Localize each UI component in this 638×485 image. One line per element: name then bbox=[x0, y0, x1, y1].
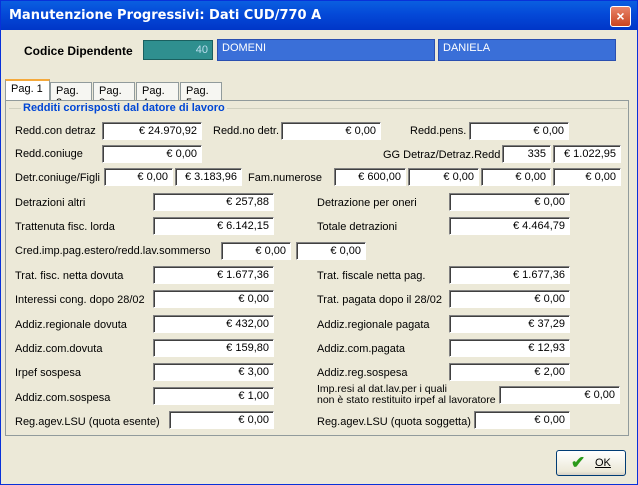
tab-pag-1[interactable]: Pag. 1 bbox=[5, 79, 50, 101]
fam-numerose-field-2[interactable]: € 0,00 bbox=[408, 168, 479, 186]
tab-pag-2[interactable]: Pag. 2 bbox=[50, 82, 92, 109]
fam-numerose-field-1[interactable]: € 600,00 bbox=[334, 168, 406, 186]
tab-pag-5[interactable]: Pag. 5 bbox=[180, 82, 222, 109]
detrazione-oneri-field[interactable]: € 0,00 bbox=[449, 193, 570, 211]
window-title: Manutenzione Progressivi: Dati CUD/770 A bbox=[9, 8, 322, 23]
tab-pag-3[interactable]: Pag. 3 bbox=[93, 82, 135, 109]
detrazioni-altri-label: Detrazioni altri bbox=[15, 197, 86, 209]
employee-surname-field[interactable]: DOMENI bbox=[217, 39, 435, 61]
detrazioni-altri-field[interactable]: € 257,88 bbox=[153, 193, 274, 211]
totale-detrazioni-field[interactable]: € 4.464,79 bbox=[449, 217, 570, 235]
lsu-esente-field[interactable]: € 0,00 bbox=[169, 411, 274, 429]
detr-coniuge-figli-label: Detr.coniuge/Figli bbox=[15, 172, 100, 184]
cred-imp-field-1[interactable]: € 0,00 bbox=[221, 242, 291, 260]
imp-resi-label-2: non è stato restituito irpef al lavorato… bbox=[317, 394, 496, 406]
codice-dipendente-label: Codice Dipendente bbox=[24, 44, 133, 58]
addiz-reg-pagata-label: Addiz.regionale pagata bbox=[317, 319, 430, 331]
redd-con-detraz-label: Redd.con detraz bbox=[15, 125, 96, 137]
totale-detrazioni-label: Totale detrazioni bbox=[317, 221, 398, 233]
trat-netta-dovuta-field[interactable]: € 1.677,36 bbox=[153, 266, 274, 284]
trat-netta-pag-field[interactable]: € 1.677,36 bbox=[449, 266, 570, 284]
checkmark-icon: ✔ bbox=[571, 453, 586, 472]
addiz-com-pagata-field[interactable]: € 12,93 bbox=[449, 339, 570, 357]
redd-no-detr-field[interactable]: € 0,00 bbox=[281, 122, 381, 140]
addiz-reg-pagata-field[interactable]: € 37,29 bbox=[449, 315, 570, 333]
redd-pens-field[interactable]: € 0,00 bbox=[469, 122, 569, 140]
cred-imp-field-2[interactable]: € 0,00 bbox=[296, 242, 366, 260]
detrazione-oneri-label: Detrazione per oneri bbox=[317, 197, 417, 209]
tab-pag-4[interactable]: Pag. 4 bbox=[136, 82, 179, 109]
fam-numerose-field-3[interactable]: € 0,00 bbox=[481, 168, 551, 186]
ok-button-label: OK bbox=[595, 457, 611, 469]
addiz-com-sospesa-label: Addiz.com.sospesa bbox=[15, 392, 111, 404]
addiz-com-dovuta-label: Addiz.com.dovuta bbox=[15, 343, 103, 355]
detr-coniuge-field[interactable]: € 0,00 bbox=[104, 168, 173, 186]
fam-numerose-field-4[interactable]: € 0,00 bbox=[553, 168, 621, 186]
fam-numerose-label: Fam.numerose bbox=[248, 172, 322, 184]
redd-no-detr-label: Redd.no detr. bbox=[213, 125, 280, 137]
addiz-reg-sospesa-label: Addiz.reg.sospesa bbox=[317, 367, 408, 379]
addiz-reg-dovuta-label: Addiz.regionale dovuta bbox=[15, 319, 127, 331]
addiz-com-sospesa-field[interactable]: € 1,00 bbox=[153, 387, 274, 405]
cred-imp-label: Cred.imp.pag.estero/redd.lav.sommerso bbox=[15, 245, 211, 257]
detr-figli-field[interactable]: € 3.183,96 bbox=[175, 168, 242, 186]
redd-pens-label: Redd.pens. bbox=[410, 125, 467, 137]
addiz-com-pagata-label: Addiz.com.pagata bbox=[317, 343, 406, 355]
addiz-reg-sospesa-field[interactable]: € 2,00 bbox=[449, 363, 570, 381]
addiz-com-dovuta-field[interactable]: € 159,80 bbox=[153, 339, 274, 357]
close-button[interactable]: × bbox=[610, 6, 631, 27]
trat-netta-dovuta-label: Trat. fisc. netta dovuta bbox=[15, 270, 124, 282]
redd-coniuge-field[interactable]: € 0,00 bbox=[102, 145, 202, 163]
ok-button[interactable]: ✔ OK bbox=[556, 450, 626, 476]
gg-detraz-field[interactable]: 335 bbox=[502, 145, 551, 163]
lsu-soggetta-field[interactable]: € 0,00 bbox=[474, 411, 570, 429]
interessi-cong-label: Interessi cong. dopo 28/02 bbox=[15, 294, 145, 306]
interessi-cong-field[interactable]: € 0,00 bbox=[153, 290, 274, 308]
trat-pagata-dopo-label: Trat. pagata dopo il 28/02 bbox=[317, 294, 442, 306]
employee-name-field[interactable]: DANIELA bbox=[438, 39, 616, 61]
imp-resi-field[interactable]: € 0,00 bbox=[499, 386, 620, 404]
group-title: Redditi corrisposti dal datore di lavoro bbox=[21, 102, 227, 114]
employee-code-field[interactable]: 40 bbox=[143, 40, 213, 60]
trat-netta-pag-label: Trat. fiscale netta pag. bbox=[317, 270, 426, 282]
redd-coniuge-label: Redd.coniuge bbox=[15, 148, 83, 160]
trat-pagata-dopo-field[interactable]: € 0,00 bbox=[449, 290, 570, 308]
trattenuta-lorda-field[interactable]: € 6.142,15 bbox=[153, 217, 274, 235]
redd-con-detraz-field[interactable]: € 24.970,92 bbox=[102, 122, 202, 140]
irpef-sospesa-field[interactable]: € 3,00 bbox=[153, 363, 274, 381]
gg-detraz-label: GG Detraz/Detraz.Redd bbox=[383, 149, 501, 161]
lsu-esente-label: Reg.agev.LSU (quota esente) bbox=[15, 416, 160, 428]
addiz-reg-dovuta-field[interactable]: € 432,00 bbox=[153, 315, 274, 333]
detraz-redd-field[interactable]: € 1.022,95 bbox=[553, 145, 621, 163]
irpef-sospesa-label: Irpef sospesa bbox=[15, 367, 82, 379]
title-bar: Manutenzione Progressivi: Dati CUD/770 A… bbox=[1, 1, 637, 30]
trattenuta-lorda-label: Trattenuta fisc. lorda bbox=[15, 221, 115, 233]
lsu-soggetta-label: Reg.agev.LSU (quota soggetta) bbox=[317, 416, 471, 428]
